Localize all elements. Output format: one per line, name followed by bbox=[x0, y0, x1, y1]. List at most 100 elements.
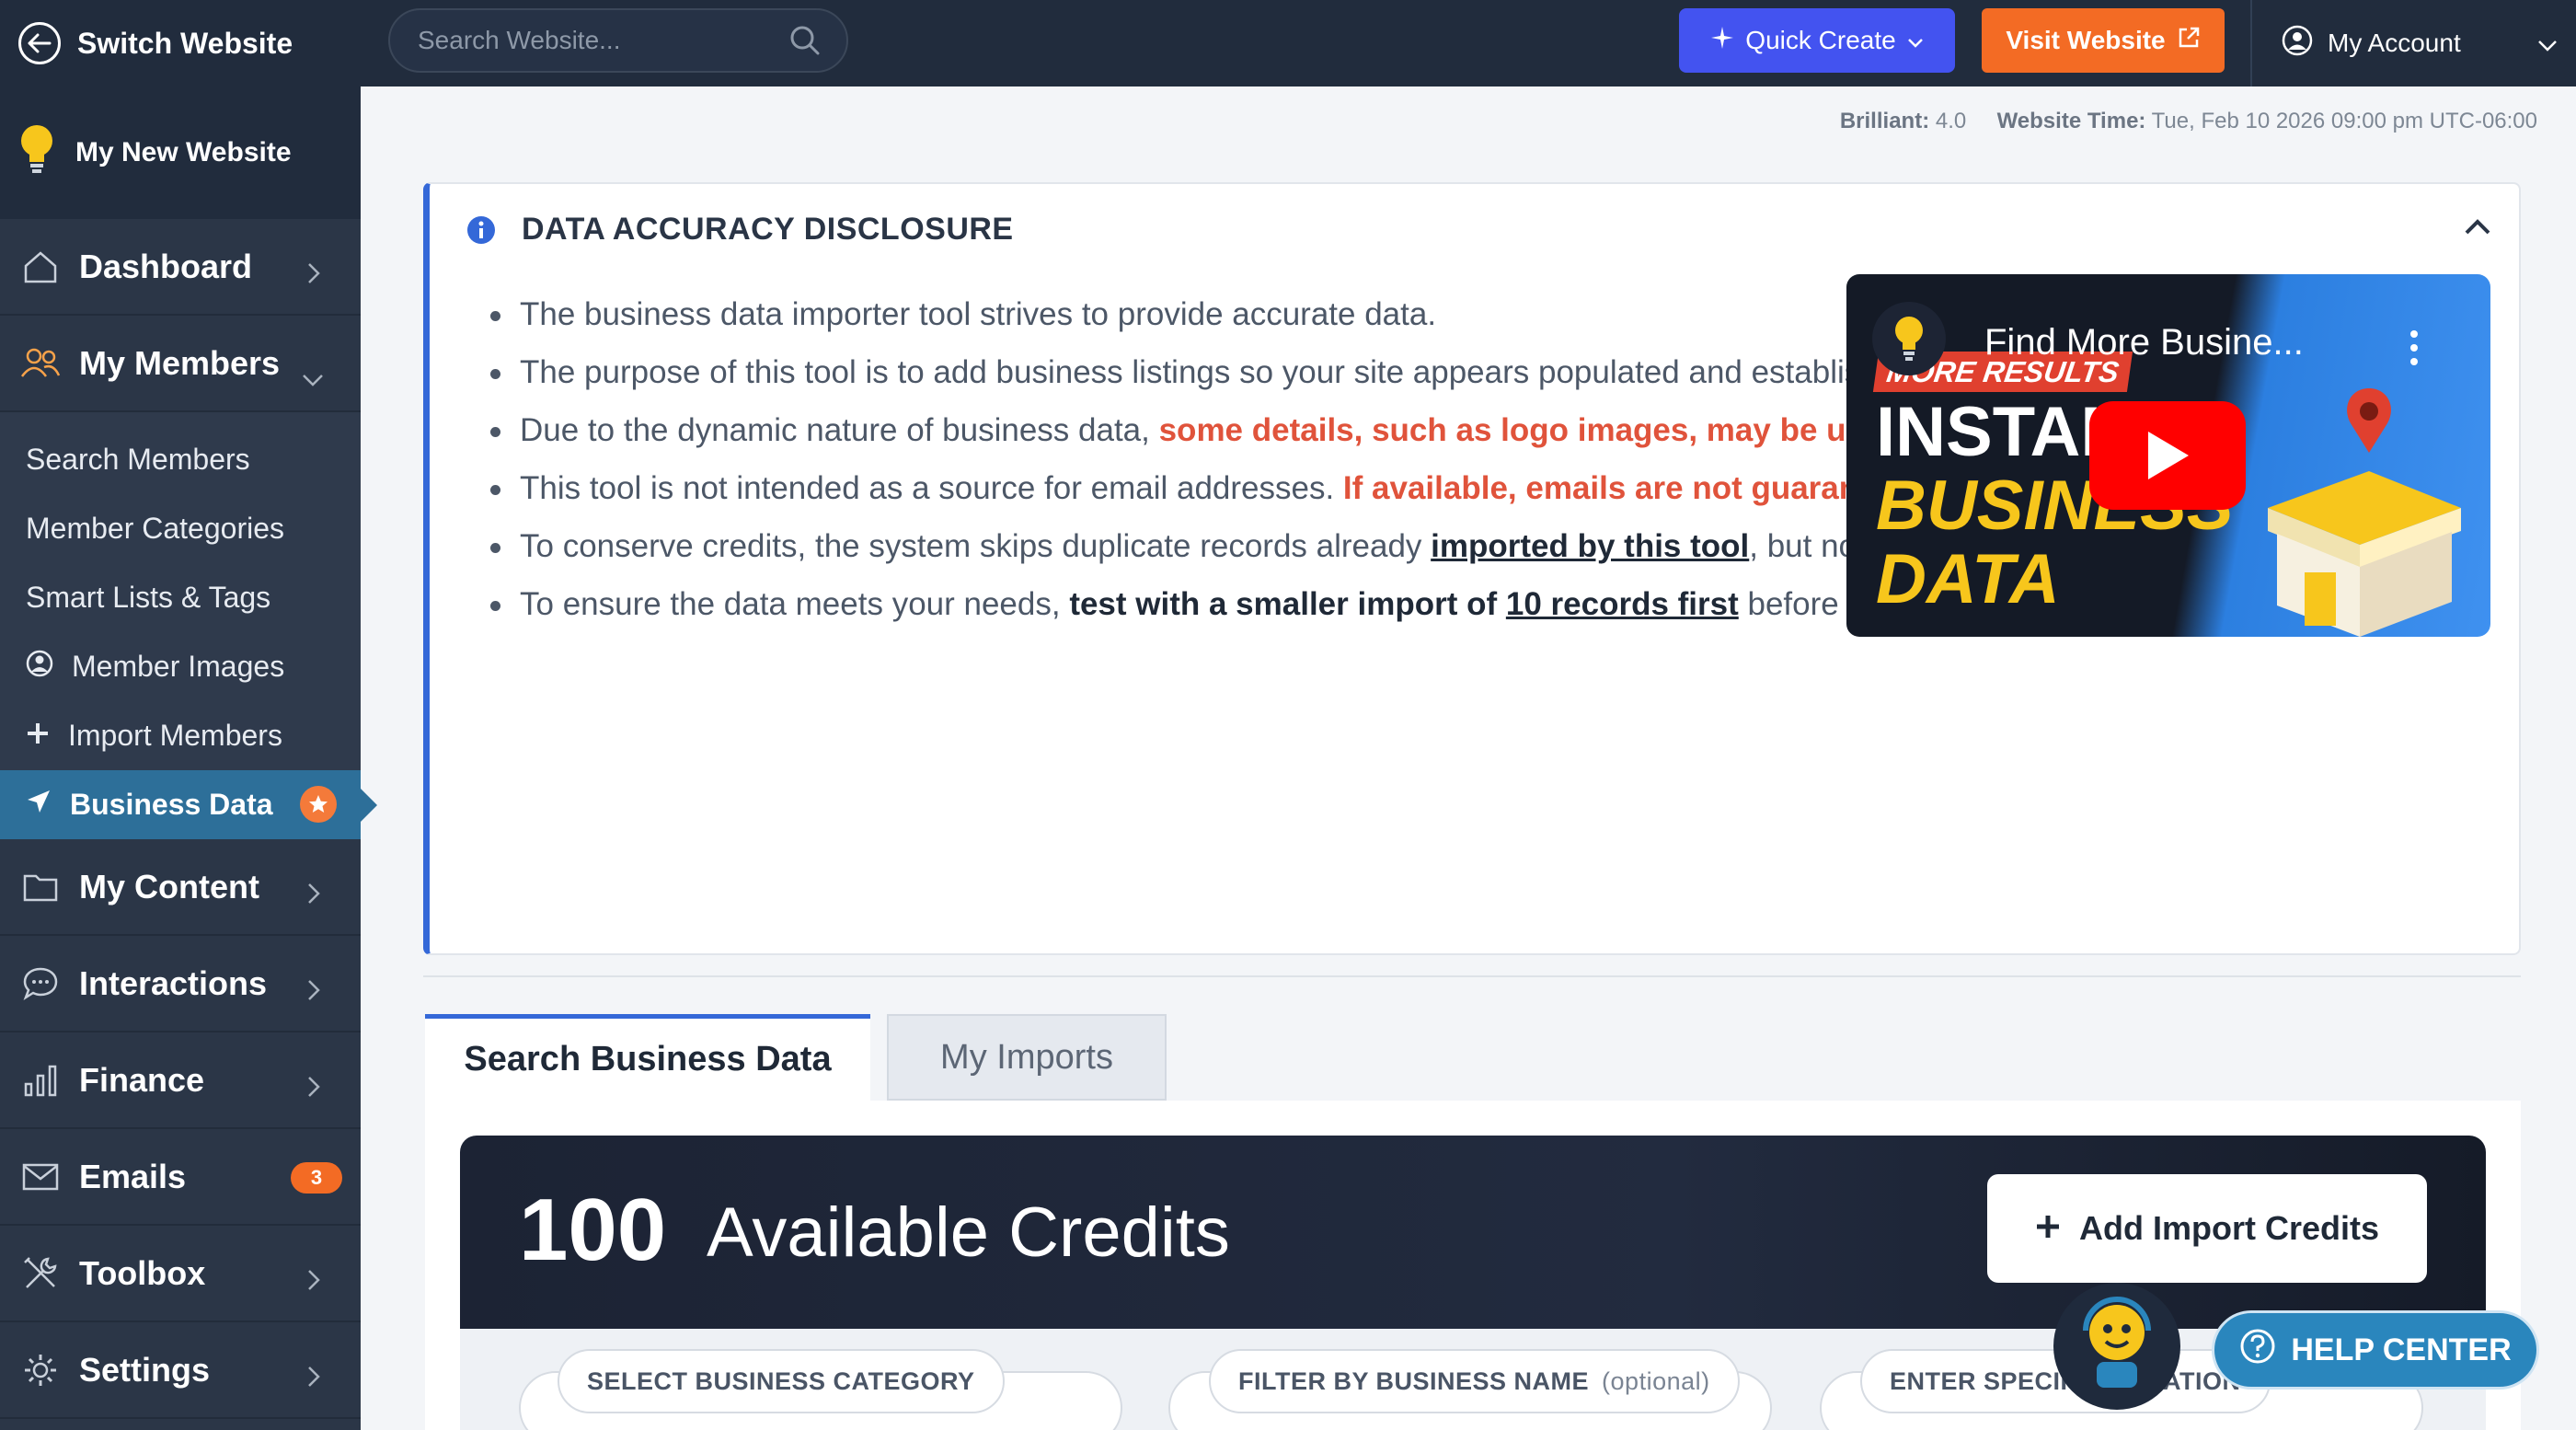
collapse-chevron-icon[interactable] bbox=[2464, 219, 2491, 240]
filters-area: SELECT BUSINESS CATEGORY FILTER BY BUSIN… bbox=[460, 1329, 2486, 1430]
sidebar-item-settings[interactable]: Settings bbox=[0, 1322, 361, 1419]
bar-chart-icon bbox=[20, 1060, 61, 1101]
paper-plane-icon bbox=[26, 788, 52, 822]
sidebar-item-label: My Content bbox=[79, 867, 259, 905]
bullet-text: The business data importer tool strives … bbox=[520, 296, 1437, 332]
sidebar-item-label: Settings bbox=[79, 1350, 211, 1389]
channel-avatar bbox=[1872, 302, 1946, 375]
video-line: DATA bbox=[1876, 540, 2060, 618]
visit-website-label: Visit Website bbox=[2006, 26, 2166, 54]
submenu-import-members[interactable]: Import Members bbox=[0, 701, 361, 770]
back-arrow-icon bbox=[18, 22, 61, 64]
imported-by-tool-link[interactable]: imported by this tool bbox=[1431, 528, 1749, 564]
version-label: Brilliant: bbox=[1839, 109, 1930, 133]
switch-website-button[interactable]: Switch Website bbox=[0, 0, 361, 86]
plus-icon bbox=[26, 719, 50, 753]
sparkle-icon bbox=[1710, 26, 1734, 56]
credits-count: 100 bbox=[519, 1181, 667, 1279]
help-center-button[interactable]: HELP CENTER bbox=[2212, 1310, 2539, 1390]
search-input[interactable]: Search Website... bbox=[388, 8, 848, 73]
submenu-search-members[interactable]: Search Members bbox=[0, 425, 361, 494]
robot-icon bbox=[2071, 1294, 2163, 1400]
sidebar-item-my-members[interactable]: My Members bbox=[0, 316, 361, 412]
info-icon bbox=[466, 215, 496, 249]
sidebar-item-label: Toolbox bbox=[79, 1253, 206, 1292]
site-name: My New Website bbox=[75, 137, 292, 167]
submenu-member-categories[interactable]: Member Categories bbox=[0, 494, 361, 563]
visit-website-button[interactable]: Visit Website bbox=[1982, 8, 2225, 73]
my-account-menu[interactable]: My Account bbox=[2250, 0, 2576, 86]
bullet-text: To ensure the data meets your needs, bbox=[520, 586, 1070, 622]
submenu-smart-lists[interactable]: Smart Lists & Tags bbox=[0, 563, 361, 632]
filter-label-text: SELECT BUSINESS CATEGORY bbox=[587, 1367, 975, 1395]
sidebar-item-dashboard[interactable]: Dashboard bbox=[0, 219, 361, 316]
chevron-right-icon bbox=[307, 1261, 320, 1299]
credits-banner: 100 Available Credits Add Import Credits bbox=[460, 1136, 2486, 1329]
bullet-text: The purpose of this tool is to add busin… bbox=[520, 354, 1924, 390]
site-selector[interactable]: My New Website bbox=[0, 86, 361, 219]
website-time-label: Website Time: bbox=[1996, 109, 2146, 133]
plus-icon bbox=[2035, 1209, 2061, 1248]
chevron-down-icon bbox=[2537, 29, 2558, 59]
play-button-icon[interactable] bbox=[2089, 401, 2246, 510]
top-bar: Switch Website Search Website... Quick C… bbox=[0, 0, 2576, 86]
members-submenu: Search Members Member Categories Smart L… bbox=[0, 412, 377, 839]
ten-records-link[interactable]: 10 records first bbox=[1506, 586, 1739, 622]
search-icon[interactable] bbox=[789, 25, 821, 63]
sidebar-item-label: My Members bbox=[79, 343, 281, 382]
tab-my-imports[interactable]: My Imports bbox=[887, 1014, 1167, 1101]
submenu-label: Member Images bbox=[72, 650, 285, 683]
folder-icon bbox=[20, 867, 61, 907]
chevron-right-icon bbox=[307, 1357, 320, 1396]
unread-count-badge: 3 bbox=[291, 1162, 342, 1194]
my-account-label: My Account bbox=[2328, 29, 2461, 57]
quick-create-button[interactable]: Quick Create bbox=[1679, 8, 1955, 73]
sidebar-item-my-content[interactable]: My Content bbox=[0, 839, 361, 936]
tab-search-business-data[interactable]: Search Business Data bbox=[425, 1014, 870, 1101]
assistant-bot-button[interactable] bbox=[2053, 1283, 2180, 1410]
external-link-icon bbox=[2177, 26, 2201, 56]
add-import-credits-button[interactable]: Add Import Credits bbox=[1987, 1174, 2427, 1283]
bullet-text: To conserve credits, the system skips du… bbox=[520, 528, 1432, 564]
chevron-down-icon bbox=[302, 356, 324, 395]
sidebar-item-toolbox[interactable]: Toolbox bbox=[0, 1226, 361, 1322]
lightbulb-icon bbox=[18, 123, 55, 182]
sidebar-item-label: Finance bbox=[79, 1060, 205, 1099]
user-circle-icon bbox=[2282, 25, 2313, 63]
credits-label: Available Credits bbox=[707, 1194, 1230, 1272]
tools-icon bbox=[20, 1253, 61, 1294]
sidebar: My New Website Dashboard My Members Sear… bbox=[0, 86, 377, 1430]
help-center-label: HELP CENTER bbox=[2291, 1332, 2512, 1367]
submenu-label: Search Members bbox=[26, 443, 250, 476]
sidebar-item-label: Dashboard bbox=[79, 247, 253, 285]
question-circle-icon bbox=[2239, 1328, 2276, 1373]
sidebar-item-label: Emails bbox=[79, 1157, 187, 1195]
gear-icon bbox=[20, 1350, 61, 1390]
submenu-member-images[interactable]: Member Images bbox=[0, 632, 361, 701]
chevron-right-icon bbox=[307, 874, 320, 913]
divider bbox=[423, 975, 2521, 977]
submenu-business-data[interactable]: Business Data bbox=[0, 770, 377, 839]
submenu-label: Business Data bbox=[70, 788, 273, 821]
data-accuracy-disclosure: DATA ACCURACY DISCLOSURE The business da… bbox=[423, 182, 2521, 955]
search-placeholder: Search Website... bbox=[418, 26, 621, 54]
chevron-down-icon bbox=[1907, 26, 1924, 55]
bullet-text: Due to the dynamic nature of business da… bbox=[520, 412, 1159, 448]
disclosure-title: DATA ACCURACY DISCLOSURE bbox=[522, 212, 1014, 247]
add-credits-label: Add Import Credits bbox=[2078, 1209, 2379, 1247]
bullet-text: This tool is not intended as a source fo… bbox=[520, 470, 1343, 506]
category-filter-label: SELECT BUSINESS CATEGORY bbox=[558, 1349, 1005, 1413]
video-thumbnail[interactable]: MORE RESULTS INSTAN BUSINESS DATA Find M… bbox=[1846, 274, 2490, 637]
envelope-icon bbox=[20, 1157, 61, 1197]
sidebar-item-interactions[interactable]: Interactions bbox=[0, 936, 361, 1032]
filter-label-text: FILTER BY BUSINESS NAME bbox=[1238, 1367, 1590, 1395]
sidebar-item-emails[interactable]: Emails 3 bbox=[0, 1129, 361, 1226]
chevron-right-icon bbox=[307, 971, 320, 1009]
sidebar-item-finance[interactable]: Finance bbox=[0, 1032, 361, 1129]
chevron-right-icon bbox=[307, 1067, 320, 1106]
optional-label: (optional) bbox=[1602, 1367, 1710, 1395]
more-options-icon[interactable] bbox=[2409, 329, 2419, 371]
submenu-label: Member Categories bbox=[26, 512, 284, 545]
storefront-icon bbox=[2249, 370, 2470, 637]
sidebar-item-label: Interactions bbox=[79, 963, 268, 1002]
